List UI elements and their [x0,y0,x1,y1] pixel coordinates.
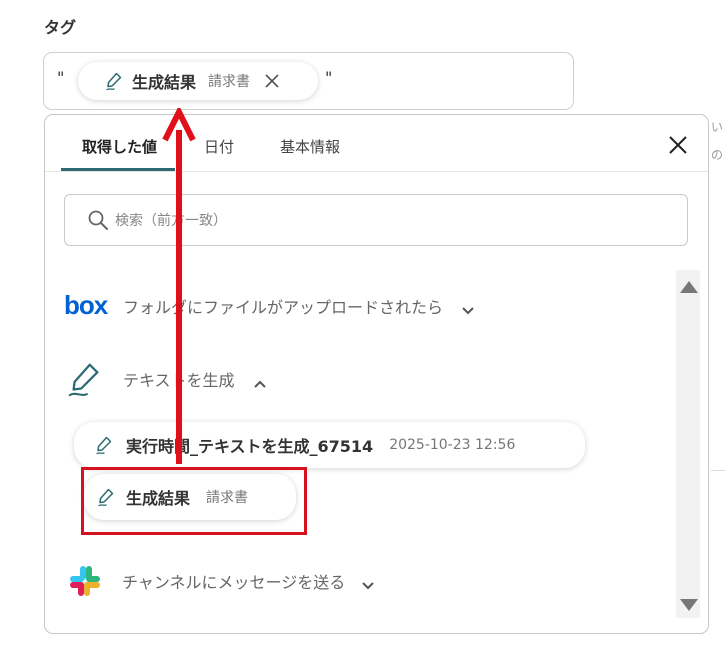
remove-tag-icon[interactable] [264,73,280,89]
tag-token-subtitle: 請求書 [208,74,251,90]
background-text-2: の [711,148,724,162]
search-icon [87,209,109,231]
search-input[interactable]: 検索（前方一致） [64,194,688,246]
tag-token-title: 生成結果 [132,73,197,92]
pen-icon [104,71,124,91]
value-item-subtitle: 2025-10-23 12:56 [389,437,516,453]
tab-date[interactable]: 日付 [204,136,234,157]
section-slack-trigger[interactable]: チャンネルにメッセージを送る [68,564,375,598]
background-text-1: い [711,120,724,134]
tag-field-label: タグ [44,18,77,37]
box-logo-text: box [64,290,108,320]
highlight-box [81,467,307,535]
section-slack-label: チャンネルにメッセージを送る [122,573,346,592]
quote-close: " [325,68,333,87]
section-box-trigger[interactable]: box フォルダにファイルがアップロードされたら [64,290,475,320]
tag-token[interactable]: 生成結果 請求書 [78,62,318,100]
pen-icon [66,360,104,398]
tab-acquired-values[interactable]: 取得した値 [82,136,157,157]
scrollbar[interactable] [676,270,700,618]
tab-basic-info[interactable]: 基本情報 [280,136,340,157]
slack-logo-icon [68,564,102,598]
scroll-up-icon[interactable] [680,278,698,297]
chevron-down-icon [361,576,375,590]
close-icon[interactable] [667,134,689,156]
value-item-execution-time[interactable]: 実行時間_テキストを生成_67514 2025-10-23 12:56 [74,422,585,468]
scroll-down-icon[interactable] [680,596,698,615]
annotation-arrow [160,105,200,468]
background-divider [711,470,725,471]
tab-divider [45,171,708,172]
quote-open: " [57,68,65,87]
pen-icon [94,435,114,455]
box-logo-icon: box [64,290,108,320]
chevron-up-icon [253,374,267,388]
chevron-down-icon [461,301,475,315]
